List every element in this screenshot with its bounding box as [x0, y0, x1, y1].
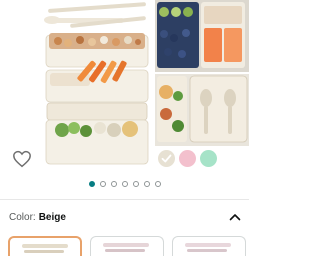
image-carousel-dots: [0, 181, 249, 187]
selected-color-value: Beige: [38, 212, 66, 223]
carousel-dot[interactable]: [121, 181, 128, 187]
color-swatch-group: [158, 150, 217, 167]
swatch-pink[interactable]: [179, 150, 196, 167]
carousel-dot[interactable]: [99, 181, 106, 187]
color-thumbnail-list: [8, 236, 246, 256]
thumbnail-image: [22, 244, 68, 253]
chevron-up-icon[interactable]: [229, 212, 241, 222]
thumbnail-green[interactable]: [172, 236, 246, 256]
carousel-dot[interactable]: [110, 181, 117, 187]
color-variation-row[interactable]: Color: Beige: [9, 212, 241, 226]
carousel-dot[interactable]: [154, 181, 161, 187]
thumbnail-pink[interactable]: [90, 236, 164, 256]
thumbnail-beige[interactable]: [8, 236, 82, 256]
swatch-beige[interactable]: [158, 150, 175, 167]
divider: [0, 199, 249, 200]
swatch-green[interactable]: [200, 150, 217, 167]
carousel-dot[interactable]: [132, 181, 139, 187]
heart-outline-icon[interactable]: [12, 150, 32, 168]
carousel-dot[interactable]: [88, 181, 95, 187]
thumbnail-image: [185, 243, 231, 252]
color-label: Color:: [9, 212, 36, 223]
thumbnail-image: [103, 243, 149, 252]
checkmark-icon: [161, 154, 172, 163]
carousel-dot[interactable]: [143, 181, 150, 187]
